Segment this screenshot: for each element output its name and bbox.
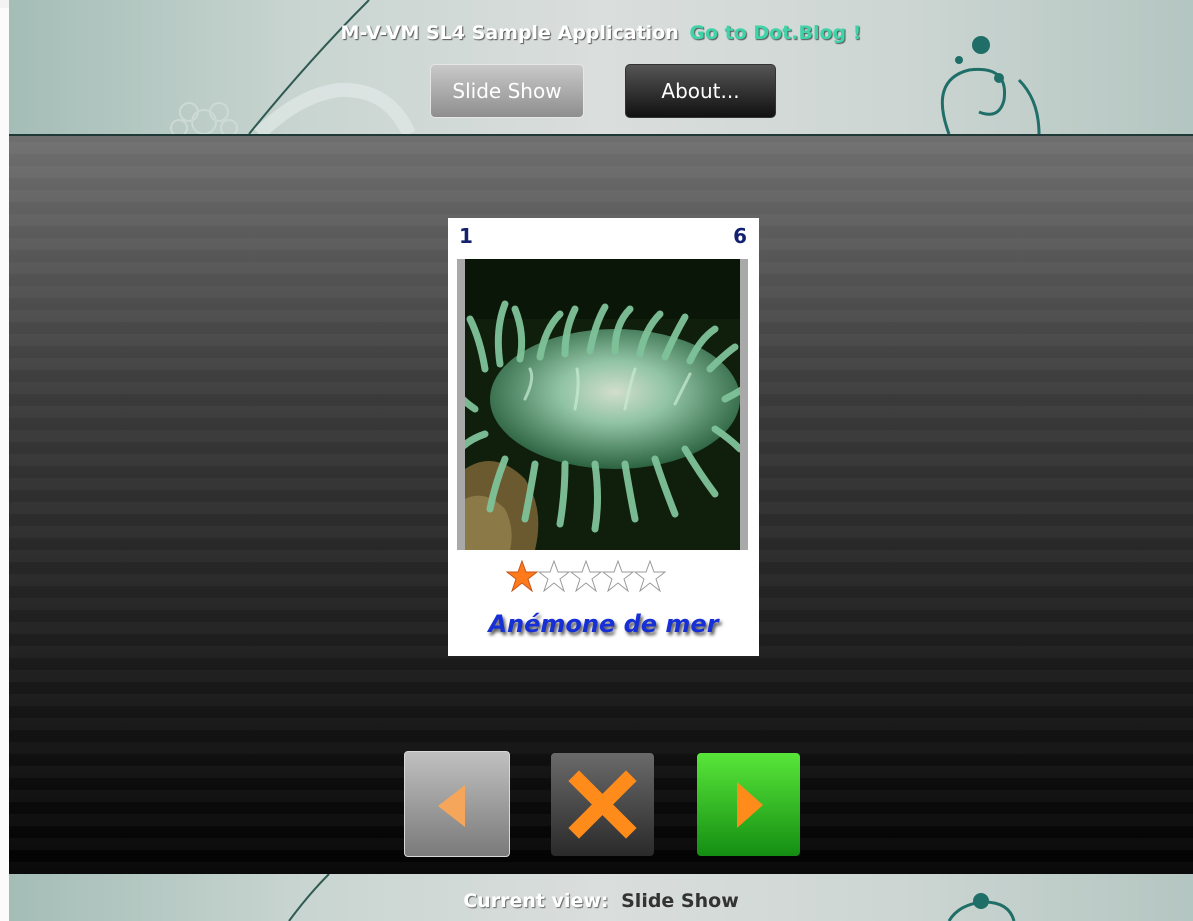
app-title: M-V-VM SL4 Sample Application bbox=[340, 22, 679, 44]
blog-link[interactable]: Go to Dot.Blog ! bbox=[689, 22, 861, 44]
star-empty-icon[interactable] bbox=[537, 559, 571, 593]
about-button[interactable]: About... bbox=[625, 64, 776, 118]
close-x-icon bbox=[568, 770, 637, 839]
slide-show-button[interactable]: Slide Show bbox=[430, 64, 584, 118]
app-footer: Current view: Slide Show bbox=[9, 874, 1193, 921]
app-title-line: M-V-VM SL4 Sample Application Go to Dot.… bbox=[9, 22, 1193, 44]
star-empty-icon[interactable] bbox=[633, 559, 667, 593]
next-arrow-icon bbox=[737, 782, 763, 828]
prev-arrow-icon bbox=[438, 785, 465, 827]
current-view-status: Current view: Slide Show bbox=[9, 890, 1193, 912]
sea-anemone-image bbox=[465, 259, 740, 550]
stop-button[interactable] bbox=[551, 753, 654, 856]
app-header: M-V-VM SL4 Sample Application Go to Dot.… bbox=[9, 0, 1193, 136]
current-view-label: Current view: bbox=[463, 890, 609, 912]
previous-button[interactable] bbox=[404, 751, 510, 857]
slide-caption: Anémone de mer bbox=[488, 610, 719, 638]
app-root: M-V-VM SL4 Sample Application Go to Dot.… bbox=[9, 0, 1193, 921]
next-button[interactable] bbox=[697, 753, 800, 856]
star-empty-icon[interactable] bbox=[569, 559, 603, 593]
slideshow-stage: 1 6 Anémone de mer bbox=[9, 136, 1193, 874]
star-empty-icon[interactable] bbox=[601, 559, 635, 593]
current-view-value: Slide Show bbox=[621, 890, 739, 912]
slide-photo bbox=[457, 259, 748, 550]
header-swirl-decoration bbox=[170, 0, 1041, 134]
slide-index: 1 bbox=[459, 224, 473, 248]
photo-card: 1 6 Anémone de mer bbox=[448, 218, 759, 656]
slide-total: 6 bbox=[733, 224, 747, 248]
rating-stars[interactable] bbox=[505, 559, 706, 598]
star-filled-icon[interactable] bbox=[505, 559, 539, 593]
